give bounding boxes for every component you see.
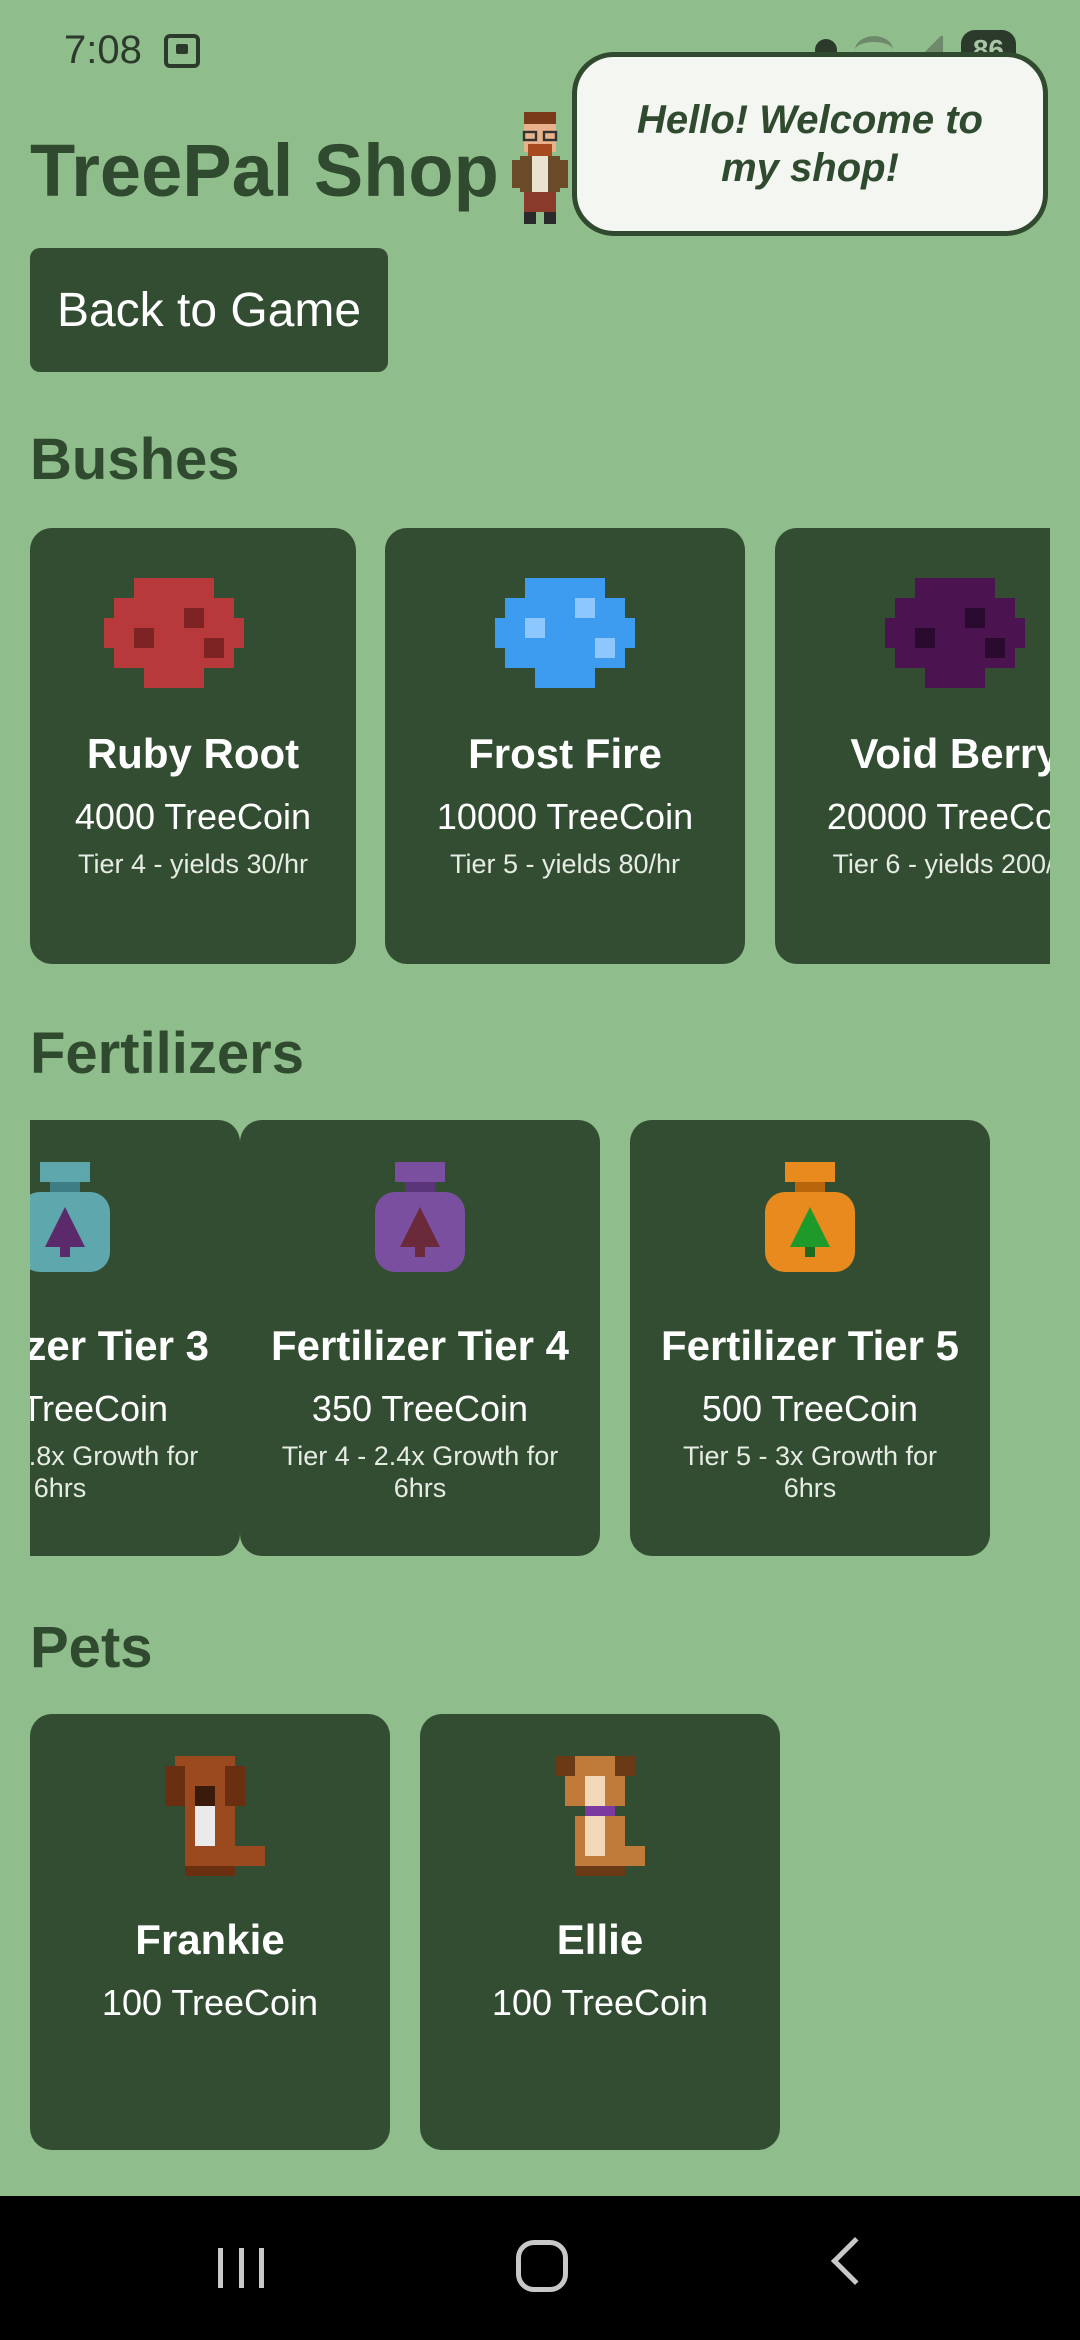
shop-item-frost-fire[interactable]: Frost Fire 10000 TreeCoin Tier 5 - yield… [385,528,745,964]
pets-row[interactable]: Frankie 100 TreeCoin Ellie 100 TreeCoin [30,1714,1050,2150]
section-title-bushes: Bushes [30,427,240,492]
shop-item-fertilizer-tier-4[interactable]: Fertilizer Tier 4 350 TreeCoin Tier 4 - … [240,1120,600,1556]
item-price: 500 TreeCoin [701,1388,919,1429]
item-price: 20000 TreeCoin [826,796,1050,837]
shop-item-void-berry[interactable]: Void Berry 20000 TreeCoin Tier 6 - yield… [775,528,1050,964]
back-to-game-button[interactable]: Back to Game [30,248,388,372]
item-description: Tier 5 - 3x Growth for 6hrs [682,1441,938,1503]
status-time: 7:08 [64,28,142,72]
fertilizer-tier-3-bag-icon [30,1162,110,1272]
back-button[interactable] [830,2236,880,2286]
fertilizer-tier-5-bag-icon [765,1162,855,1272]
section-title-fertilizers: Fertilizers [30,1021,304,1086]
shopkeeper-speech-bubble: Hello! Welcome to my shop! [572,52,1048,236]
void-berry-bush-icon [885,578,1025,688]
screenshot-icon [164,34,200,68]
shop-item-ellie[interactable]: Ellie 100 TreeCoin [420,1714,780,2150]
item-name: Frankie [135,1916,285,1963]
shop-item-frankie[interactable]: Frankie 100 TreeCoin [30,1714,390,2150]
shop-item-fertilizer-tier-5[interactable]: Fertilizer Tier 5 500 TreeCoin Tier 5 - … [630,1120,990,1556]
item-price: 200 TreeCoin [30,1388,169,1429]
item-price: 10000 TreeCoin [436,796,694,837]
speech-text: Hello! Welcome to my shop! [637,98,983,190]
item-description: Tier 4 - 2.4x Growth for 6hrs [281,1441,559,1503]
item-name: Fertilizer Tier 5 [660,1322,960,1369]
frost-fire-bush-icon [495,578,635,688]
item-price: 4000 TreeCoin [74,796,312,837]
page-title: TreePal Shop [30,129,499,212]
ellie-dog-icon [555,1756,645,1876]
shop-item-ruby-root[interactable]: Ruby Root 4000 TreeCoin Tier 4 - yields … [30,528,356,964]
recent-apps-button[interactable] [218,2248,264,2288]
item-name: Fertilizer Tier 3 [30,1322,210,1369]
frankie-dog-icon [165,1756,265,1876]
item-name: Fertilizer Tier 4 [270,1322,570,1369]
item-name: Void Berry [850,730,1050,777]
shopkeeper-avatar [512,112,568,224]
item-price: 350 TreeCoin [311,1388,529,1429]
item-name: Frost Fire [468,730,662,777]
fertilizers-row[interactable]: Fertilizer Tier 3 200 TreeCoin Tier 3 - … [30,1120,1050,1556]
fertilizer-tier-4-bag-icon [375,1162,465,1272]
bushes-row[interactable]: Ruby Root 4000 TreeCoin Tier 4 - yields … [30,528,1050,964]
item-description: Tier 6 - yields 200/hr [832,849,1050,879]
item-price: 100 TreeCoin [101,1982,319,2023]
item-name: Ruby Root [86,730,300,777]
item-name: Ellie [556,1916,644,1963]
ruby-root-bush-icon [104,578,244,688]
item-description: Tier 3 - 1.8x Growth for 6hrs [30,1441,199,1503]
item-price: 100 TreeCoin [491,1982,709,2023]
shop-item-fertilizer-tier-3[interactable]: Fertilizer Tier 3 200 TreeCoin Tier 3 - … [30,1120,240,1556]
item-description: Tier 4 - yields 30/hr [77,849,309,879]
item-description: Tier 5 - yields 80/hr [449,849,681,879]
home-button[interactable] [516,2240,568,2292]
section-title-pets: Pets [30,1615,153,1680]
system-nav-bar [0,2196,1080,2340]
